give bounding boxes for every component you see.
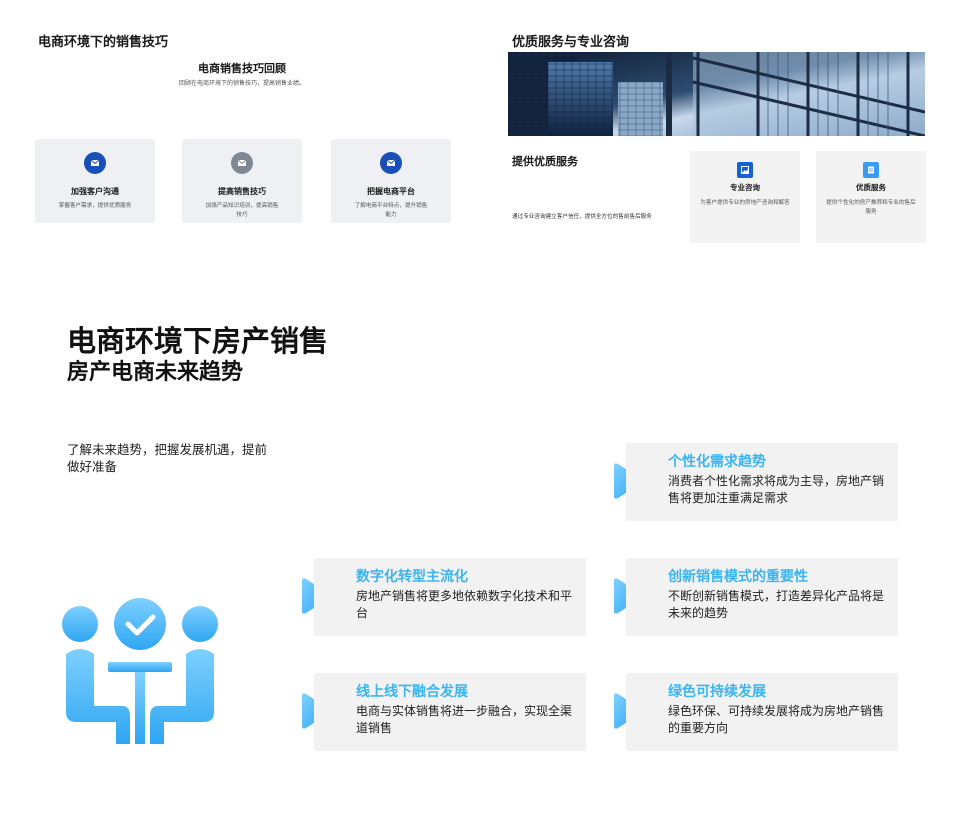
service-heading: 提供优质服务 bbox=[512, 155, 578, 168]
section-title-service: 优质服务与专业咨询 bbox=[512, 35, 630, 50]
card-title: 优质服务 bbox=[856, 183, 886, 192]
service-card-consulting: 专业咨询 为客户提供专业的房地产咨询和解答 bbox=[690, 151, 800, 243]
section-title-sales-skills: 电商环境下的销售技巧 bbox=[38, 35, 169, 50]
trend-title: 线上线下融合发展 bbox=[356, 684, 468, 700]
trend-card-personalization: 个性化需求趋势 消费者个性化需求将成为主导，房地产销售将更加注重满足需求 bbox=[626, 443, 898, 521]
mail-icon bbox=[380, 152, 402, 174]
trend-title: 绿色可持续发展 bbox=[668, 684, 766, 700]
trend-description: 房地产销售将更多地依赖数字化技术和平台 bbox=[356, 589, 573, 620]
mail-icon bbox=[231, 152, 253, 174]
card-description: 掌握客户需求，提供优质服务 bbox=[58, 203, 132, 209]
trend-description: 电商与实体销售将进一步融合，实现全渠道销售 bbox=[356, 704, 573, 735]
trend-card-digitalization: 数字化转型主流化 房地产销售将更多地依赖数字化技术和平台 bbox=[314, 558, 586, 636]
skill-card-platform: 把握电商平台 了解电商平台特点，提升销售能力 bbox=[331, 139, 451, 223]
card-description: 了解电商平台特点，提升销售能力 bbox=[354, 203, 428, 218]
trend-card-omnichannel: 线上线下融合发展 电商与实体销售将进一步融合，实现全渠道销售 bbox=[314, 673, 586, 751]
document-icon bbox=[863, 162, 879, 178]
skill-card-communication: 加强客户沟通 掌握客户需求，提供优质服务 bbox=[35, 139, 155, 223]
office-buildings-photo bbox=[508, 52, 925, 136]
trend-card-innovation: 创新销售模式的重要性 不断创新销售模式，打造差异化产品将是未来的趋势 bbox=[626, 558, 898, 636]
card-title: 把握电商平台 bbox=[367, 187, 415, 196]
trend-title: 创新销售模式的重要性 bbox=[668, 569, 808, 585]
trend-card-green: 绿色可持续发展 绿色环保、可持续发展将成为房地产销售的重要方向 bbox=[626, 673, 898, 751]
card-title: 专业咨询 bbox=[730, 183, 760, 192]
skill-card-training: 提高销售技巧 加强产品知识培训，提高销售技巧 bbox=[182, 139, 302, 223]
service-card-quality: 优质服务 提供个性化的房产推荐和专业的售后服务 bbox=[816, 151, 926, 243]
trend-description: 消费者个性化需求将成为主导，房地产销售将更加注重满足需求 bbox=[668, 474, 885, 505]
service-text: 通过专业咨询建立客户信任，提供全方位的售前售后服务 bbox=[512, 214, 652, 220]
image-icon bbox=[737, 162, 753, 178]
mail-icon bbox=[84, 152, 106, 174]
trend-title: 数字化转型主流化 bbox=[356, 569, 468, 585]
card-description: 加强产品知识培训，提高销售技巧 bbox=[205, 203, 279, 218]
card-description: 为客户提供专业的房地产咨询和解答 bbox=[700, 200, 790, 206]
trend-description: 绿色环保、可持续发展将成为房地产销售的重要方向 bbox=[668, 704, 885, 735]
meeting-illustration bbox=[58, 594, 224, 754]
slide-intro: 了解未来趋势，把握发展机遇，提前做好准备 bbox=[67, 442, 268, 474]
trend-title: 个性化需求趋势 bbox=[668, 454, 766, 470]
card-title: 加强客户沟通 bbox=[71, 187, 119, 196]
card-description: 提供个性化的房产推荐和专业的售后服务 bbox=[826, 200, 916, 215]
slide-subtitle: 房产电商未来趋势 bbox=[67, 360, 244, 385]
sales-review-heading: 电商销售技巧回顾 bbox=[198, 62, 286, 75]
card-title: 提高销售技巧 bbox=[218, 187, 266, 196]
trend-description: 不断创新销售模式，打造差异化产品将是未来的趋势 bbox=[668, 589, 885, 620]
sales-review-description: 回顾在电商环境下的销售技巧，提高销售业绩。 bbox=[178, 80, 305, 87]
